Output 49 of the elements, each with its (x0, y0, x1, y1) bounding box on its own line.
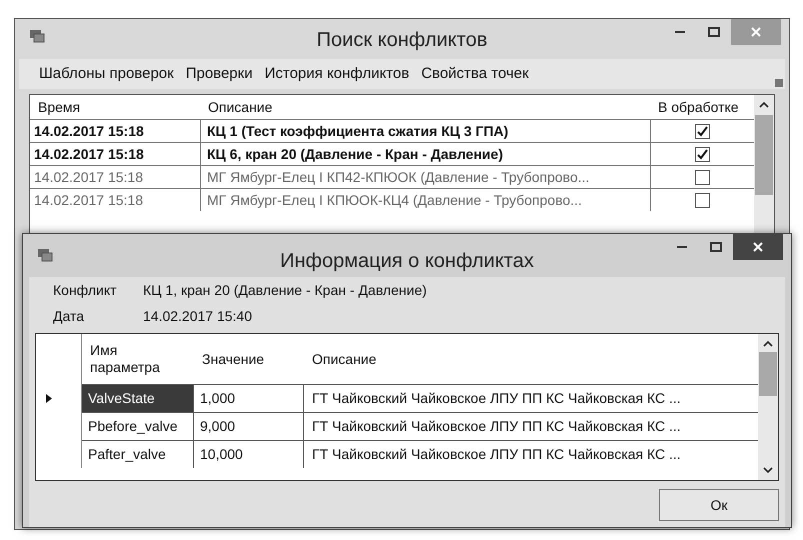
table-cell[interactable]: ValveState (82, 384, 194, 412)
menu-item[interactable]: История конфликтов (264, 62, 410, 86)
scroll-thumb[interactable] (755, 115, 773, 195)
ok-button[interactable]: Ок (659, 489, 779, 521)
table-cell: ГТ Чайковский Чайковское ЛПУ ПП КС Чайковская КС ... (304, 412, 758, 440)
table-cell: МГ Ямбург-Елец I КПЮОК-КЦ4 (Давление - Трубопрово... (200, 189, 650, 211)
table-cell: ГТ Чайковский Чайковское ЛПУ ПП КС Чайковская КС ... (304, 384, 758, 412)
window-title: Поиск конфликтов (316, 28, 488, 53)
table-cell: 10,000 (194, 440, 304, 468)
field-value: КЦ 1, кран 20 (Давление - Кран - Давление) (143, 280, 427, 300)
field-label: Дата (53, 306, 86, 326)
table-cell: 1,000 (194, 384, 304, 412)
table-cell: ГТ Чайковский Чайковское ЛПУ ПП КС Чайковская КС ... (304, 440, 758, 468)
app-icon (37, 248, 53, 262)
menu-item[interactable]: Шаблоны проверок (39, 62, 174, 86)
close-icon (751, 27, 761, 37)
scroll-down-icon[interactable] (763, 466, 773, 474)
column-header[interactable]: Описание (200, 96, 650, 118)
field-label: Конфликт (53, 280, 118, 300)
table-cell: МГ Ямбург-Елец I КП42-КПЮОК (Давление - Трубопрово... (200, 166, 650, 188)
column-header[interactable]: Имя параметра (90, 342, 170, 376)
table-cell-text: 14.02.2017 15:18 (33, 190, 144, 210)
checkbox[interactable] (695, 192, 710, 208)
scrollbar[interactable] (758, 334, 778, 480)
table-cell-text: 14.02.2017 15:18 (33, 122, 145, 140)
close-icon (753, 242, 763, 252)
column-header[interactable]: Описание (304, 334, 758, 384)
dialog-title: Информация о конфликтах (280, 249, 534, 274)
field-value: 14.02.2017 15:40 (143, 306, 252, 326)
checkbox[interactable] (695, 170, 710, 184)
table-cell: КЦ 1 (Тест коэффициента сжатия КЦ 3 ГПА) (200, 120, 650, 142)
scroll-up-icon[interactable] (763, 340, 773, 348)
scroll-thumb[interactable] (759, 352, 777, 396)
column-header[interactable]: В обработке (650, 96, 754, 118)
column-header[interactable]: Значение (194, 334, 304, 384)
table-cell[interactable]: Pafter_valve (82, 440, 194, 468)
table-cell: КЦ 6, кран 20 (Давление - Кран - Давление) (200, 143, 650, 165)
table-cell: 9,000 (194, 412, 304, 440)
scroll-up-icon[interactable] (759, 101, 769, 109)
column-header[interactable]: Время (30, 96, 200, 118)
checkbox[interactable] (695, 146, 710, 162)
menu-item[interactable]: Свойства точек (421, 62, 529, 86)
table-cell-text: 14.02.2017 15:18 (33, 168, 144, 186)
table-cell-text: 14.02.2017 15:18 (33, 144, 145, 164)
menu-item[interactable]: Проверки (186, 62, 253, 86)
close-button[interactable] (733, 234, 783, 260)
checkbox[interactable] (695, 124, 710, 138)
app-icon (29, 29, 45, 43)
table-cell[interactable]: Pbefore_valve (82, 412, 194, 440)
